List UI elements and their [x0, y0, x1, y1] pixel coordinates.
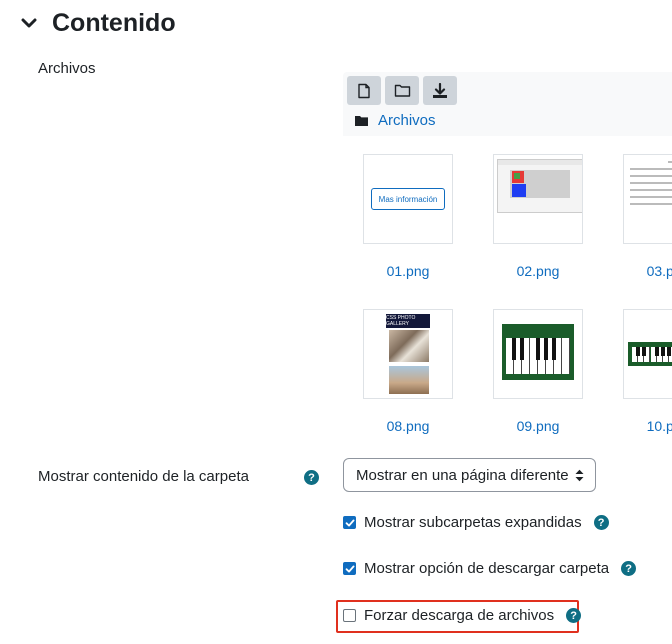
file-name[interactable]: 03.png: [613, 263, 672, 279]
file-item-09[interactable]: 09.png: [483, 309, 593, 434]
file-name[interactable]: 08.png: [353, 418, 463, 434]
folder-path: Archivos: [355, 112, 436, 129]
thumbnail-heading: CSS PHOTO GALLERY: [386, 314, 430, 328]
thumbnail-image: [389, 330, 429, 362]
select-arrows-icon: [575, 469, 584, 482]
piano-black-key: [642, 347, 647, 356]
option-label: Forzar descarga de archivos: [364, 607, 555, 624]
question-circle-icon[interactable]: ?: [304, 470, 319, 485]
download-icon: [433, 82, 447, 98]
piano-black-key: [654, 347, 659, 356]
thumbnail-image: [628, 342, 672, 366]
option-force-download[interactable]: Forzar descarga de archivos ?: [343, 607, 582, 624]
option-show-download[interactable]: Mostrar opción de descargar carpeta ?: [343, 560, 637, 577]
display-select-value: Mostrar en una página diferente: [356, 466, 569, 484]
piano-black-key: [519, 338, 525, 360]
file-thumbnail[interactable]: [623, 309, 672, 399]
check-icon: [345, 519, 354, 526]
thumbnail-button-preview: Mas información: [371, 188, 445, 210]
piano-black-key: [667, 347, 671, 356]
file-thumbnail[interactable]: CSS PHOTO GALLERY: [363, 309, 453, 399]
file-name[interactable]: 09.png: [483, 418, 593, 434]
file-name[interactable]: 10.png: [613, 418, 672, 434]
file-manager-toolbar: [347, 76, 457, 105]
section-header[interactable]: Contenido: [18, 6, 176, 40]
display-select[interactable]: Mostrar en una página diferente: [343, 458, 596, 492]
question-circle-icon[interactable]: ?: [621, 561, 637, 576]
new-file-icon: [358, 83, 370, 98]
display-label: Mostrar contenido de la carpeta: [38, 468, 249, 485]
folder-icon: [355, 116, 368, 126]
piano-black-key: [511, 338, 517, 360]
chevron-down-icon[interactable]: [18, 12, 40, 34]
piano-white-key: [562, 338, 570, 374]
file-item-01[interactable]: Mas información 01.png: [353, 154, 463, 279]
check-icon: [345, 565, 354, 572]
file-item-02[interactable]: 02.png: [483, 154, 593, 279]
file-thumbnail[interactable]: [623, 154, 672, 244]
file-name[interactable]: 01.png: [353, 263, 463, 279]
option-show-expanded[interactable]: Mostrar subcarpetas expandidas ?: [343, 514, 609, 531]
add-file-button[interactable]: [347, 76, 381, 105]
show-download-checkbox[interactable]: [343, 562, 356, 575]
thumbnail-image: [630, 161, 672, 210]
file-item-10[interactable]: 10.png: [613, 309, 672, 434]
download-all-button[interactable]: [423, 76, 457, 105]
folder-path-link[interactable]: Archivos: [378, 112, 436, 129]
question-circle-icon[interactable]: ?: [566, 608, 582, 623]
file-thumbnail[interactable]: Mas información: [363, 154, 453, 244]
file-name[interactable]: 02.png: [483, 263, 593, 279]
files-label: Archivos: [38, 60, 96, 77]
file-grid: Mas información 01.png 02.png 03.p CSS P…: [343, 136, 672, 442]
file-manager: Archivos Mas información 01.png 02.png 0…: [343, 72, 672, 442]
show-expanded-checkbox[interactable]: [343, 516, 356, 529]
piano-black-key: [535, 338, 541, 360]
file-item-08[interactable]: CSS PHOTO GALLERY 08.png: [353, 309, 463, 434]
option-label: Mostrar subcarpetas expandidas: [364, 514, 582, 531]
file-item-03[interactable]: 03.png: [613, 154, 672, 279]
question-circle-icon[interactable]: ?: [593, 515, 609, 530]
piano-black-key: [660, 347, 665, 356]
thumbnail-image: [497, 159, 582, 213]
piano-black-key: [543, 338, 549, 360]
file-thumbnail[interactable]: [493, 309, 583, 399]
section-title: Contenido: [52, 8, 176, 37]
piano-black-key: [636, 347, 640, 356]
thumbnail-image: [389, 366, 429, 394]
page: Contenido Archivos Archivos Mas informac…: [0, 0, 672, 644]
force-download-checkbox[interactable]: [343, 609, 356, 622]
option-label: Mostrar opción de descargar carpeta: [364, 560, 610, 577]
file-thumbnail[interactable]: [493, 154, 583, 244]
thumbnail-image: [502, 324, 574, 380]
piano-black-key: [551, 338, 557, 360]
create-folder-button[interactable]: [385, 76, 419, 105]
new-folder-icon: [394, 84, 410, 97]
